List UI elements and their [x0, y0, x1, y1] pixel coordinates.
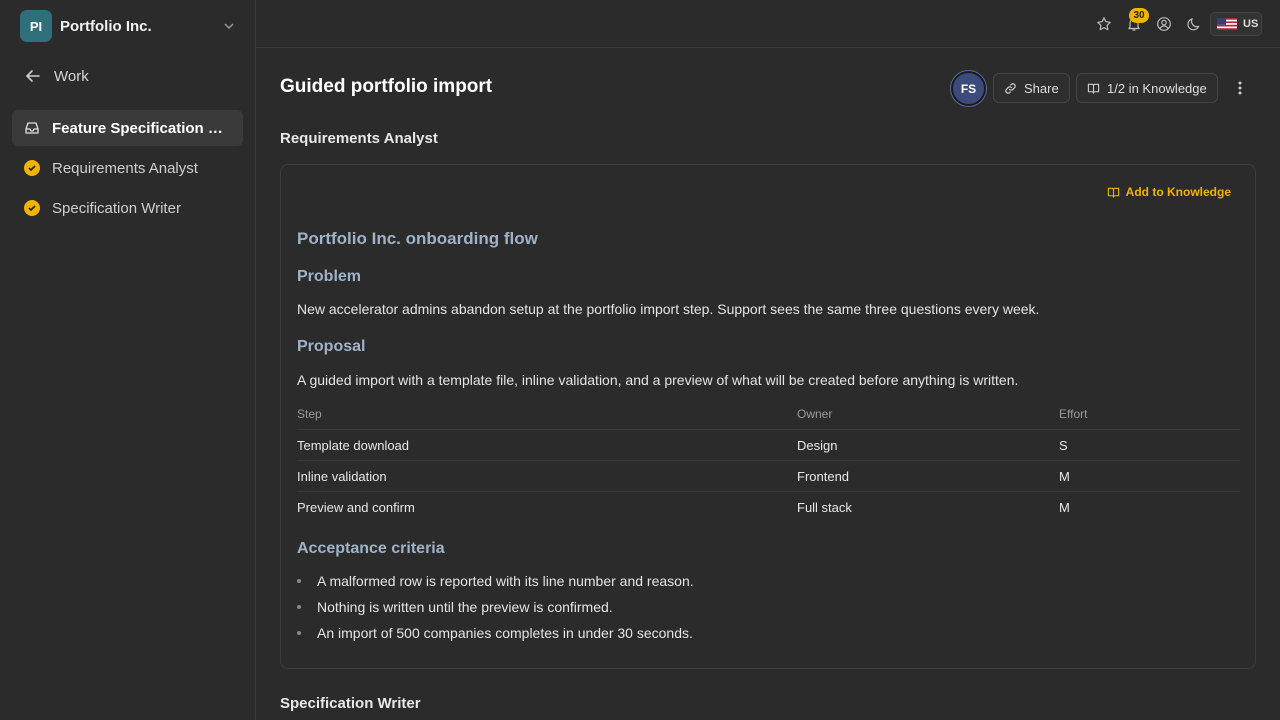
back-to-work-link[interactable]: Work [24, 64, 89, 88]
list-item-text: Nothing is written until the preview is … [317, 599, 613, 615]
sidebar-item-requirements-analyst[interactable]: Requirements Analyst [12, 150, 243, 186]
topbar: 30 US [256, 0, 1280, 48]
author-avatar[interactable]: FS [951, 71, 986, 106]
table-cell: Inline validation [297, 468, 387, 484]
proposal-text: A guided import with a template file, in… [297, 372, 1019, 388]
more-vertical-icon[interactable] [1230, 78, 1250, 98]
steps-table: Step Owner Effort Template download Desi… [297, 399, 1240, 523]
list-item: An import of 500 companies completes in … [297, 625, 693, 641]
org-name: Portfolio Inc. [60, 17, 152, 35]
arrow-left-icon [25, 70, 40, 82]
sidebar: PI Portfolio Inc. Work Feature Specifica… [0, 0, 256, 720]
locale-selector[interactable]: US [1210, 12, 1262, 36]
column-header: Step [297, 407, 322, 421]
sidebar-item-specification-writer[interactable]: Specification Writer [12, 190, 243, 226]
sidebar-item-label: Feature Specification Do... [52, 119, 232, 137]
check-circle-icon [24, 200, 40, 216]
problem-text: New accelerator admins abandon setup at … [297, 301, 1040, 317]
link-icon [1005, 82, 1016, 94]
sidebar-item-feature-specification[interactable]: Feature Specification Do... [12, 110, 243, 146]
add-to-knowledge-label: Add to Knowledge [1125, 185, 1231, 199]
share-button[interactable]: Share [993, 73, 1070, 103]
page-title: Guided portfolio import [280, 76, 493, 97]
table-cell: M [1059, 468, 1070, 484]
bullet [297, 631, 301, 635]
knowledge-button[interactable]: 1/2 in Knowledge [1076, 73, 1218, 103]
inbox-icon [12, 120, 52, 136]
user-circle-icon[interactable] [1154, 14, 1174, 34]
add-to-knowledge-button[interactable]: Add to Knowledge [1107, 185, 1231, 199]
table-row: Template download Design S [297, 430, 1240, 461]
table-cell: S [1059, 437, 1068, 453]
chevron-down-icon [222, 19, 236, 38]
table-cell: M [1059, 500, 1070, 515]
acceptance-criteria-heading: Acceptance criteria [297, 540, 445, 557]
sidebar-item-label: Specification Writer [52, 199, 181, 217]
notification-badge: 30 [1129, 8, 1149, 23]
table-row: Inline validation Frontend M [297, 461, 1240, 492]
table-cell: Frontend [797, 468, 850, 484]
table-cell: Full stack [797, 500, 852, 515]
list-item: A malformed row is reported with its lin… [297, 573, 694, 589]
org-avatar: PI [20, 10, 52, 42]
table-row: Preview and confirm Full stack M [297, 492, 1240, 523]
knowledge-label: 1/2 in Knowledge [1107, 80, 1207, 96]
check-icon-wrap [12, 160, 52, 176]
locale-label: US [1243, 18, 1259, 30]
section-title-specification-writer: Specification Writer [280, 695, 421, 712]
column-header: Effort [1059, 407, 1088, 421]
column-header: Owner [797, 407, 833, 421]
star-icon[interactable] [1094, 14, 1114, 34]
bullet [297, 605, 301, 609]
proposal-heading: Proposal [297, 338, 366, 355]
us-flag-icon [1217, 18, 1237, 30]
list-item-text: An import of 500 companies completes in … [317, 625, 693, 641]
org-switcher[interactable]: PI Portfolio Inc. [20, 10, 242, 42]
check-circle-icon [24, 160, 40, 176]
check-icon-wrap [12, 200, 52, 216]
moon-icon[interactable] [1184, 14, 1204, 34]
table-cell: Template download [297, 437, 410, 453]
back-label: Work [54, 67, 89, 85]
list-item-text: A malformed row is reported with its lin… [317, 573, 694, 589]
table-header-row: Step Owner Effort [297, 399, 1240, 430]
doc-heading: Portfolio Inc. onboarding flow [297, 229, 538, 248]
table-cell: Design [797, 437, 838, 453]
share-label: Share [1024, 80, 1059, 96]
book-icon [1107, 187, 1119, 198]
sidebar-item-label: Requirements Analyst [52, 159, 198, 177]
list-item: Nothing is written until the preview is … [297, 599, 613, 615]
table-cell: Preview and confirm [297, 500, 415, 515]
book-icon [1087, 83, 1100, 94]
problem-heading: Problem [297, 268, 362, 285]
section-title-requirements-analyst: Requirements Analyst [280, 130, 438, 147]
requirements-card: Add to Knowledge Portfolio Inc. onboardi… [280, 164, 1256, 669]
bullet [297, 579, 301, 583]
